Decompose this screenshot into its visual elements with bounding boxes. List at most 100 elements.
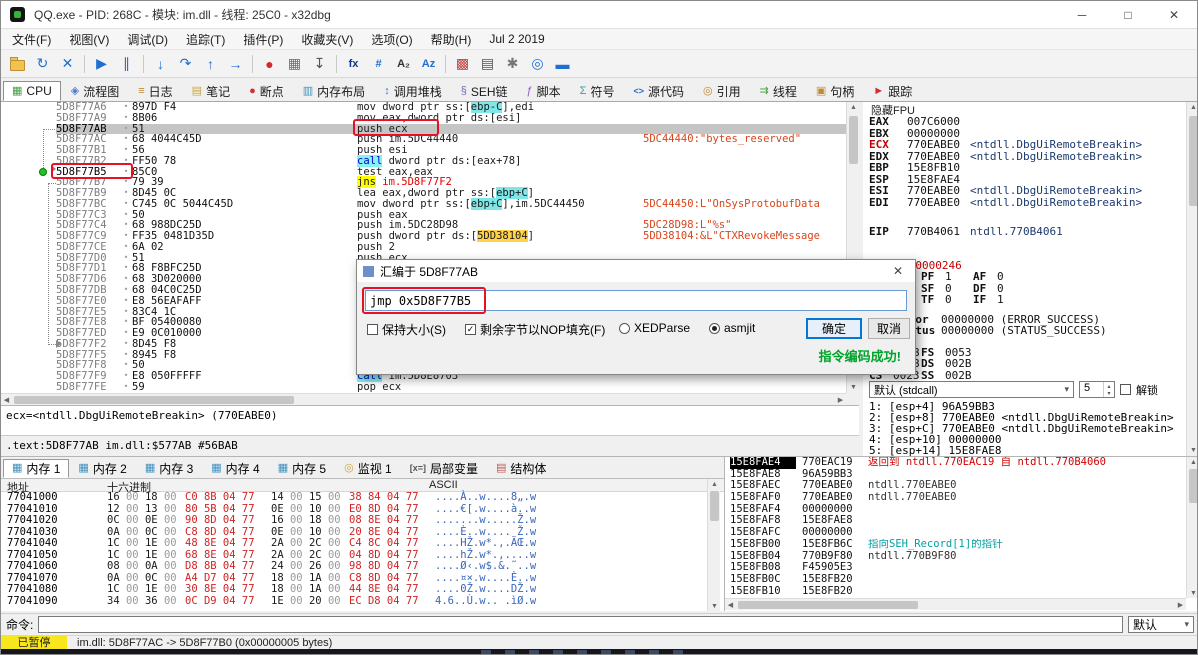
stack-row[interactable]: 15E8FAEC 770EABE0 ntdll.770EABE0 [725, 480, 1197, 492]
stack-row[interactable]: 15E8FAF4 00000000 [725, 503, 1197, 516]
tab-SEH链[interactable]: § SEH链 [452, 81, 517, 101]
tab-流程图[interactable]: ◈ 流程图 [62, 81, 128, 101]
assemble-icon[interactable]: A₂ [391, 53, 416, 75]
tab-日志[interactable]: ≡ 日志 [129, 81, 181, 101]
stack-arg-row[interactable]: 2: [esp+8] 770EABE0 <ntdll.DbgUiRemoteBr… [869, 412, 1189, 423]
search-icon[interactable]: ◎ [525, 53, 550, 75]
hash-icon[interactable]: # [366, 53, 391, 75]
close-button[interactable]: ✕ [1151, 1, 1197, 29]
menu-item[interactable]: Jul 2 2019 [480, 30, 553, 48]
pause-icon[interactable]: ∥ [114, 53, 139, 75]
restart-icon[interactable]: ↻ [30, 53, 55, 75]
step-out-icon[interactable]: ↑ [198, 53, 223, 75]
command-input[interactable] [38, 616, 1123, 633]
depth-stepper[interactable]: 5 ▴ ▾ [1079, 381, 1115, 398]
step-into-icon[interactable]: ↓ [148, 53, 173, 75]
tab-局部变量[interactable]: [x=] 局部变量 [401, 459, 487, 478]
stack-row[interactable]: 15E8FB08 F45905E3 [725, 561, 1197, 574]
stack-row[interactable]: 15E8FB04 770B9F80 ntdll.770B9F80 [725, 550, 1197, 563]
tab-源代码[interactable]: <> 源代码 [624, 81, 693, 101]
scroll-down-icon[interactable]: ▼ [1187, 588, 1197, 598]
memory-map-icon[interactable]: ▦ [282, 53, 307, 75]
tab-内存 2[interactable]: ▦ 内存 2 [69, 459, 135, 478]
dump-vertical-scrollbar[interactable]: ▲ ▼ [707, 479, 720, 611]
stack-row[interactable]: 15E8FAFC 00000000 [725, 526, 1197, 539]
scrollbar-thumb[interactable] [738, 601, 918, 609]
menu-item[interactable]: 调试(D) [118, 29, 177, 50]
stack-row[interactable]: 15E8FAE4 770EAC19 返回到 ntdll.770EAC19 自 ntd… [725, 457, 1197, 469]
disasm-row[interactable]: 5D8F77FE • 59 pop ecx [1, 382, 846, 393]
disasm-row[interactable]: 5D8F77C9 • FF35 0481D35D push dword ptr ds:… [1, 230, 846, 243]
tab-符号[interactable]: Σ 符号 [571, 81, 624, 101]
disasm-row[interactable]: 5D8F77BC • C745 0C 5044C45D mov dword ptr s… [1, 197, 846, 210]
taskbar-icon[interactable] [649, 650, 659, 654]
tab-结构体[interactable]: ▤ 结构体 [487, 459, 555, 478]
patches-icon[interactable]: ▩ [450, 53, 475, 75]
stack-row[interactable]: 15E8FAF0 770EABE0 ntdll.770EABE0 [725, 491, 1197, 504]
scrollbar-thumb[interactable] [849, 116, 858, 164]
keep-size-checkbox[interactable]: 保持大小(S) [367, 321, 446, 338]
ok-button[interactable]: 确定 [806, 318, 862, 339]
tab-句柄[interactable]: ▣ 句柄 [807, 81, 863, 101]
tab-脚本[interactable]: ƒ 脚本 [518, 81, 570, 101]
scrollbar-thumb[interactable] [710, 491, 719, 521]
save-database-icon[interactable]: ↧ [307, 53, 332, 75]
stack-row[interactable]: 15E8FAE8 96A59BB3 [725, 468, 1197, 481]
asmjit-radio[interactable]: asmjit [709, 321, 755, 335]
stack-arg-row[interactable]: 4: [esp+10] 00000000 [869, 434, 1189, 445]
stack-vertical-scrollbar[interactable]: ▲ ▼ [1186, 457, 1197, 598]
taskbar-icon[interactable] [529, 650, 539, 654]
disasm-row[interactable]: 5D8F77CE • 6A 02 push 2 [1, 242, 846, 253]
stack-arg-row[interactable]: 5: [esp+14] 15E8FAE8 [869, 445, 1189, 456]
dump-row[interactable]: 77041090 34 00 36 00 0C D9 04 77 1E 00 20 0… [1, 595, 724, 608]
scroll-left-icon[interactable]: ◀ [1, 394, 12, 406]
dialog-close-button[interactable]: ✕ [881, 260, 915, 282]
settings-icon[interactable]: ✱ [500, 53, 525, 75]
notes-window-icon[interactable]: ▬ [550, 53, 575, 75]
scroll-up-icon[interactable]: ▲ [1187, 457, 1197, 467]
scroll-up-icon[interactable]: ▲ [1187, 102, 1197, 113]
disasm-row[interactable]: 5D8F77A9 • 8B06 mov eax,dword ptr ds:[esi] [1, 112, 846, 124]
taskbar-icon[interactable] [553, 650, 563, 654]
taskbar-icon[interactable] [601, 650, 611, 654]
menu-item[interactable]: 视图(V) [60, 29, 118, 50]
menu-item[interactable]: 追踪(T) [177, 29, 234, 50]
taskbar-icon[interactable] [673, 650, 683, 654]
stack-horizontal-scrollbar[interactable]: ◀ ▶ [725, 598, 1186, 610]
tab-内存 4[interactable]: ▦ 内存 4 [202, 459, 268, 478]
scroll-down-icon[interactable]: ▼ [708, 601, 721, 611]
stack-row[interactable]: 15E8FB00 15E8FB6C 指向SEH_Record[1]的指针 [725, 538, 1197, 551]
tab-线程[interactable]: ⇉ 线程 [751, 81, 806, 101]
tab-内存 1[interactable]: ▦ 内存 1 [3, 459, 70, 478]
spinner-arrows-icon[interactable]: ▴ ▾ [1103, 382, 1114, 397]
open-file-icon[interactable] [5, 53, 30, 75]
register-row[interactable]: EIP 770B4061 ntdll.770B4061 [869, 226, 1186, 238]
run-to-user-icon[interactable]: → [223, 53, 248, 75]
function-analysis-icon[interactable]: fx [341, 53, 366, 75]
tab-引用[interactable]: ◎ 引用 [694, 81, 750, 101]
disasm-horizontal-scrollbar[interactable]: ◀ ▶ [1, 393, 846, 405]
register-row[interactable]: EDI 770EABE0 <ntdll.DbgUiRemoteBreakin> [869, 196, 1186, 209]
maximize-button[interactable]: □ [1105, 1, 1151, 29]
scrollbar-thumb[interactable] [1189, 116, 1197, 206]
tab-内存 3[interactable]: ▦ 内存 3 [136, 459, 202, 478]
run-icon[interactable]: ▶ [89, 53, 114, 75]
register-row[interactable]: ES002BDS002B [869, 358, 1186, 370]
scroll-down-icon[interactable]: ▼ [847, 382, 860, 393]
stack-row[interactable]: 15E8FAF8 15E8FAE8 [725, 515, 1197, 527]
tab-内存布局[interactable]: ▥ 内存布局 [294, 81, 374, 101]
step-over-icon[interactable]: ↷ [173, 53, 198, 75]
xedparse-radio[interactable]: XEDParse [619, 321, 690, 335]
menu-item[interactable]: 收藏夹(V) [292, 29, 362, 50]
scrollbar-thumb[interactable] [14, 396, 294, 404]
tab-跟踪[interactable]: ► 跟踪 [864, 81, 921, 101]
register-row[interactable]: CS 0023 SS 002B [869, 369, 1186, 382]
scroll-down-icon[interactable]: ▼ [1187, 445, 1197, 456]
stack-arg-row[interactable]: 3: [esp+C] 770EABE0 <ntdll.DbgUiRemoteBr… [869, 423, 1189, 434]
unlock-checkbox[interactable] [1120, 384, 1131, 395]
menu-item[interactable]: 选项(O) [362, 29, 421, 50]
registers-vertical-scrollbar[interactable]: ▲ ▼ [1186, 102, 1197, 456]
tab-CPU[interactable]: ▦ CPU [3, 81, 61, 101]
hide-fpu-button[interactable]: 隐藏FPU [869, 102, 1186, 117]
convention-select[interactable]: 默认 (stdcall) ▾ [869, 381, 1074, 398]
